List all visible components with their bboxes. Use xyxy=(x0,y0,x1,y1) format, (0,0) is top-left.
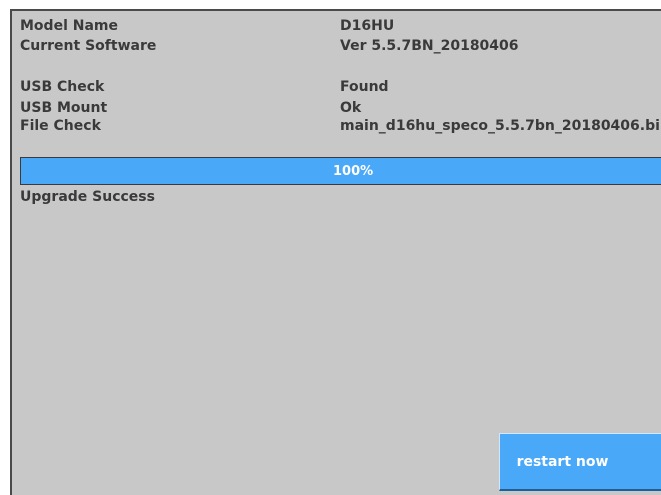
usb-mount-label: USB Mount xyxy=(20,100,108,116)
file-check-label: File Check xyxy=(20,118,101,134)
upgrade-screen: Model Name D16HU Current Software Ver 5.… xyxy=(10,9,661,495)
upgrade-progress-bar: 100% xyxy=(20,157,661,185)
model-name-value: D16HU xyxy=(340,18,395,34)
file-check-value: main_d16hu_speco_5.5.7bn_20180406.bin xyxy=(340,118,661,134)
usb-check-value: Found xyxy=(340,79,389,95)
progress-percent-text: 100% xyxy=(333,164,374,179)
upgrade-status-message: Upgrade Success xyxy=(20,189,155,205)
current-software-label: Current Software xyxy=(20,38,157,54)
restart-now-button[interactable]: restart now xyxy=(499,433,661,491)
model-name-label: Model Name xyxy=(20,18,118,34)
usb-check-label: USB Check xyxy=(20,79,105,95)
usb-mount-value: Ok xyxy=(340,100,362,116)
current-software-value: Ver 5.5.7BN_20180406 xyxy=(340,38,519,54)
